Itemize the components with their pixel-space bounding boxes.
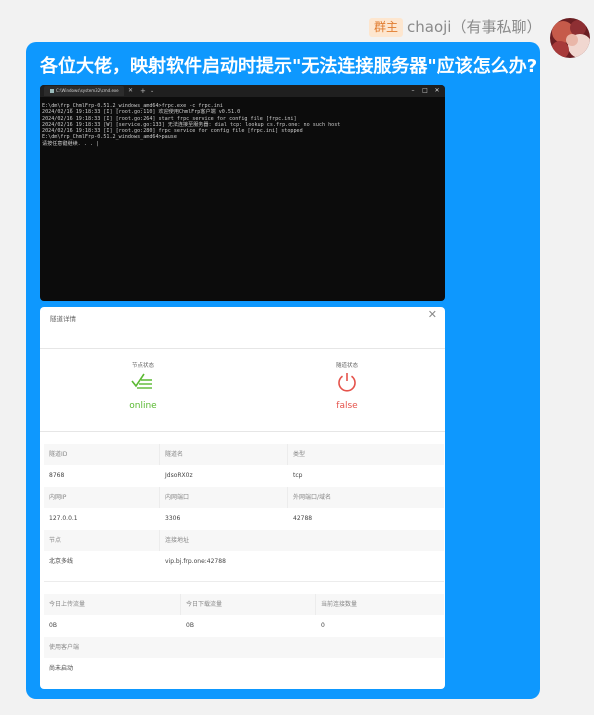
divider (40, 348, 445, 349)
table-header-cell: 今日上传流量 (44, 594, 181, 615)
tab-close-icon: ✕ (128, 87, 134, 94)
tunnel-detail-screenshot[interactable]: 隧道详情 ✕ 节点状态 online 隧道状态 false 隧道ID 隧道名 类… (40, 307, 445, 689)
table-cell: 42788 (293, 515, 313, 522)
console-tab-title: C:\Windows\system32\cmd.exe (56, 88, 119, 93)
table-header-row: 节点 连接地址 (44, 530, 444, 551)
table-cell: JdsoRX0z (165, 472, 193, 479)
new-tab-icon: + (140, 87, 146, 95)
table-header-cell: 内网端口 (160, 487, 288, 508)
table-header-row: 内网IP 内网端口 外网端口/域名 (44, 487, 444, 508)
avatar-image (550, 18, 590, 58)
chevron-down-icon: ⌄ (150, 88, 155, 94)
maximize-icon: □ (422, 87, 428, 94)
divider (40, 431, 445, 432)
message-text: 各位大佬，映射软件启动时提示"无法连接服务器"应该怎么办? (40, 56, 538, 77)
console-tab: C:\Windows\system32\cmd.exe (44, 86, 124, 96)
console-output: E:\dm\frp_ChmlFrp-0.51.2_windows_amd64>f… (40, 97, 445, 153)
console-line: 请按任意键继续. . . | (42, 140, 100, 147)
role-badge: 群主 (369, 18, 404, 37)
table-cell: 0B (186, 622, 194, 629)
table-cell: 127.0.0.1 (49, 515, 78, 522)
table-row: 尚未启动 (44, 658, 444, 679)
table-cell: 尚未启动 (49, 665, 74, 672)
table-cell: tcp (293, 472, 303, 479)
table-header-cell: 今日下载流量 (181, 594, 316, 615)
table-row: 0B 0B 0 (44, 615, 444, 636)
table-header-cell: 类型 (293, 451, 306, 458)
sender-name[interactable]: chaoji（有事私聊） (407, 16, 541, 38)
table-cell: vip.bj.frp.one:42788 (165, 558, 226, 565)
power-icon (338, 373, 356, 392)
divider (44, 581, 444, 582)
console-screenshot[interactable]: C:\Windows\system32\cmd.exe ✕ + ⌄ – □ ✕ … (40, 85, 445, 301)
table-header-cell: 隧道ID (44, 444, 160, 465)
table-row: 127.0.0.1 3306 42788 (44, 508, 444, 529)
panel-title: 隧道详情 (50, 315, 76, 323)
console-titlebar: C:\Windows\system32\cmd.exe ✕ + ⌄ – □ ✕ (40, 85, 445, 97)
table-header-cell: 当前连接数量 (321, 601, 358, 608)
table-header-row: 使用客户端 (44, 637, 444, 658)
table-header-cell: 外网端口/域名 (293, 494, 332, 501)
table-cell: 8768 (49, 472, 65, 479)
table-row: 8768 JdsoRX0z tcp (44, 465, 444, 486)
node-status-value: online (129, 401, 157, 411)
avatar[interactable] (550, 18, 590, 58)
minimize-icon: – (411, 87, 415, 94)
node-status-icon (131, 373, 152, 389)
node-status-label: 节点状态 (131, 363, 154, 369)
close-icon: ✕ (427, 308, 437, 321)
terminal-icon (50, 89, 54, 93)
table-cell: 北京多线 (49, 558, 74, 565)
tunnel-status-label: 隧道状态 (335, 363, 358, 369)
table-row: 北京多线 vip.bj.frp.one:42788 (44, 551, 444, 572)
table-header-cell: 内网IP (44, 487, 160, 508)
table-header-cell: 节点 (44, 530, 160, 551)
table-cell: 0B (49, 622, 57, 629)
table-header-row: 今日上传流量 今日下载流量 当前连接数量 (44, 594, 444, 615)
table-header-cell: 连接地址 (165, 537, 190, 544)
table-cell: 0 (321, 622, 325, 629)
tunnel-status-value: false (336, 401, 358, 411)
table-header-cell: 隧道名 (160, 444, 288, 465)
table-cell: 3306 (165, 515, 181, 522)
close-icon: ✕ (434, 87, 440, 94)
table-header-cell: 使用客户端 (49, 644, 80, 651)
table-header-row: 隧道ID 隧道名 类型 (44, 444, 444, 465)
